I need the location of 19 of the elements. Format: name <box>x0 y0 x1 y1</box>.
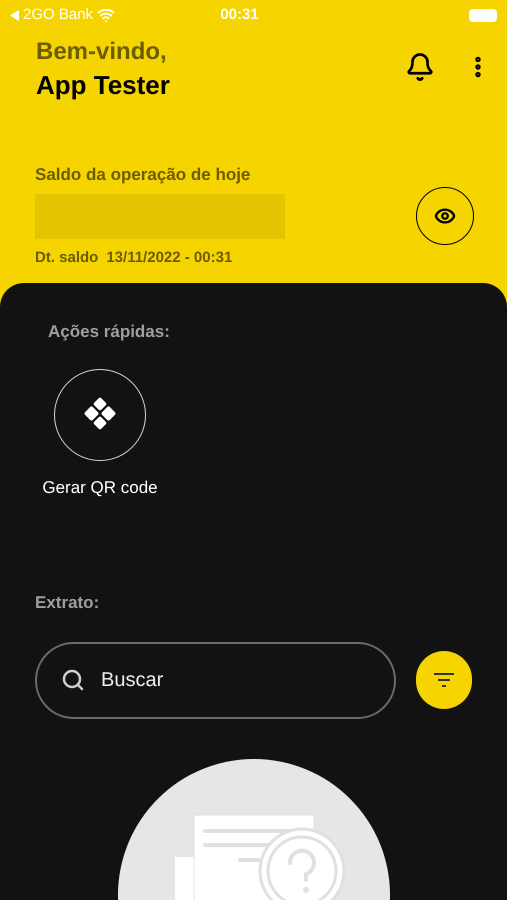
search-icon <box>61 668 85 692</box>
section-title: Extrato: <box>35 592 100 614</box>
battery-icon <box>469 8 497 22</box>
notifications-bell-icon[interactable] <box>405 52 435 82</box>
section-title: Ações rápidas: <box>48 321 171 343</box>
balance-date-label: Dt. saldo <box>35 248 98 268</box>
balance-label: Saldo da operação de hoje <box>35 164 252 186</box>
action-label: Gerar QR code <box>42 476 158 498</box>
balance-date-value: 13/11/2022 - 00:31 <box>106 248 232 268</box>
clock: 00:31 <box>219 4 260 25</box>
greeting: Bem-vindo, <box>36 37 168 67</box>
back-app-label[interactable]: 2GO Bank <box>23 4 94 26</box>
search-field[interactable]: Buscar <box>35 642 396 718</box>
diamond-tiles-icon <box>82 396 118 432</box>
toggle-visibility-button[interactable] <box>416 186 474 244</box>
qr-action-button[interactable] <box>54 368 146 460</box>
user-name: App Tester <box>36 69 171 102</box>
wifi-icon <box>97 6 116 24</box>
filter-icon <box>434 673 454 687</box>
